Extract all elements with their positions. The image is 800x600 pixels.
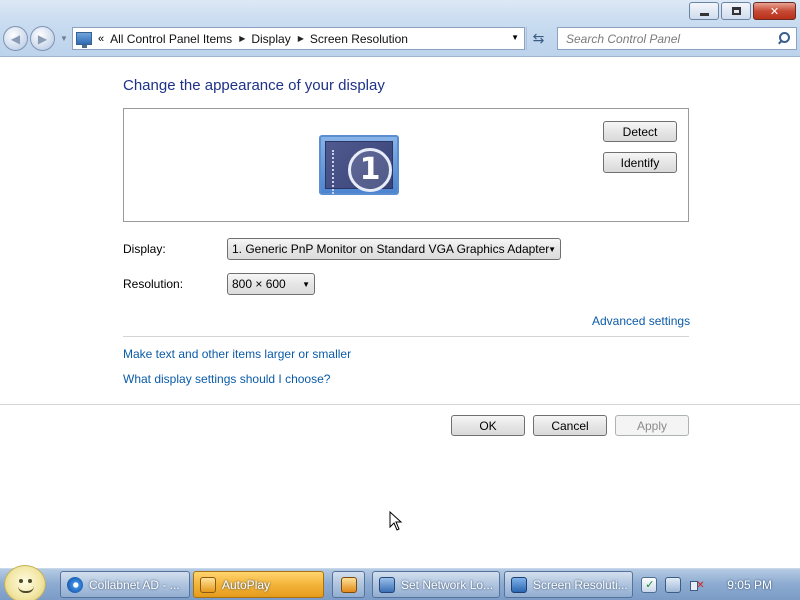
volume-muted-icon[interactable] [689, 577, 705, 593]
internet-explorer-icon [67, 576, 83, 593]
refresh-button[interactable]: ⇆ [526, 27, 550, 50]
action-center-icon[interactable] [641, 577, 658, 593]
display-label: Display: [123, 242, 166, 256]
address-bar[interactable]: « All Control Panel Items ▶ Display ▶ Sc… [72, 27, 525, 50]
task-set-network-location[interactable]: Set Network Lo... [372, 571, 500, 598]
media-player-icon [341, 576, 357, 593]
monitor-preview-area: 1 Detect Identify [123, 108, 689, 222]
chevron-down-icon: ▼ [302, 280, 310, 289]
recent-pages-dropdown[interactable]: ▼ [60, 34, 68, 43]
content-divider [123, 336, 689, 337]
autoplay-icon [200, 576, 216, 593]
breadcrumb-display[interactable]: Display [251, 32, 290, 46]
address-dropdown-icon[interactable]: ▼ [511, 33, 519, 42]
control-panel-icon [76, 32, 92, 48]
page-title: Change the appearance of your display [123, 77, 385, 94]
window-chrome: ✕ ◀ ▶ ▼ « All Control Panel Items ▶ Disp… [0, 0, 800, 57]
minimize-icon [699, 12, 709, 16]
task-label: Screen Resoluti... [533, 577, 628, 592]
monitor-number: 1 [348, 148, 392, 192]
search-input[interactable] [558, 28, 774, 49]
refresh-icon: ⇆ [532, 30, 545, 46]
network-tray-icon[interactable] [665, 577, 682, 593]
cancel-button[interactable]: Cancel [533, 415, 607, 436]
search-icon[interactable] [774, 30, 792, 48]
breadcrumb-separator-icon[interactable]: ▶ [298, 34, 304, 43]
task-label: Collabnet AD - ... [89, 577, 180, 592]
mouse-cursor-icon [389, 511, 403, 531]
breadcrumb-separator-icon[interactable]: ▶ [239, 34, 245, 43]
monitor-screen: 1 [325, 141, 393, 194]
task-collabnet[interactable]: Collabnet AD - ... [60, 571, 190, 598]
footer-divider [0, 404, 800, 405]
task-media-player[interactable] [332, 571, 365, 598]
task-autoplay[interactable]: AutoPlay [193, 571, 324, 598]
close-button[interactable]: ✕ [753, 2, 796, 20]
taskbar: Collabnet AD - ... AutoPlay Set Network … [0, 565, 800, 600]
window-controls: ✕ [689, 2, 796, 20]
clock[interactable]: 9:05 PM [727, 578, 772, 592]
breadcrumb-all-control-panel-items[interactable]: All Control Panel Items [110, 32, 232, 46]
text-size-link[interactable]: Make text and other items larger or smal… [123, 347, 351, 361]
minimize-button[interactable] [689, 2, 719, 20]
task-label: Set Network Lo... [401, 577, 494, 592]
display-select-value: 1. Generic PnP Monitor on Standard VGA G… [232, 242, 550, 256]
forward-arrow-icon: ▶ [37, 31, 48, 46]
start-button[interactable] [4, 565, 46, 600]
task-label: AutoPlay [222, 577, 271, 592]
smiley-icon [18, 586, 34, 593]
ok-button[interactable]: OK [451, 415, 525, 436]
resolution-select[interactable]: 800 × 600 ▼ [227, 273, 315, 295]
chevron-down-icon: ▼ [548, 245, 556, 254]
monitor-taskbar-icon [332, 150, 338, 194]
display-help-link[interactable]: What display settings should I choose? [123, 372, 330, 386]
advanced-settings-link[interactable]: Advanced settings [592, 314, 690, 328]
network-icon [379, 576, 395, 593]
task-screen-resolution[interactable]: Screen Resoluti... [504, 571, 633, 598]
identify-button[interactable]: Identify [603, 152, 677, 173]
back-button[interactable]: ◀ [3, 26, 28, 51]
restore-button[interactable] [721, 2, 751, 20]
display-select[interactable]: 1. Generic PnP Monitor on Standard VGA G… [227, 238, 561, 260]
monitor-1-icon[interactable]: 1 [319, 135, 399, 195]
restore-icon [731, 7, 741, 15]
detect-button[interactable]: Detect [603, 121, 677, 142]
back-arrow-icon: ◀ [10, 31, 21, 46]
screen-resolution-icon [511, 576, 527, 593]
hidden-crumbs-chevron[interactable]: « [98, 33, 104, 45]
resolution-label: Resolution: [123, 277, 184, 291]
search-box[interactable] [557, 27, 797, 50]
resolution-select-value: 800 × 600 [232, 277, 286, 291]
apply-button[interactable]: Apply [615, 415, 689, 436]
forward-button[interactable]: ▶ [30, 26, 55, 51]
system-tray: 9:05 PM [641, 569, 800, 600]
breadcrumb-screen-resolution[interactable]: Screen Resolution [310, 32, 408, 46]
